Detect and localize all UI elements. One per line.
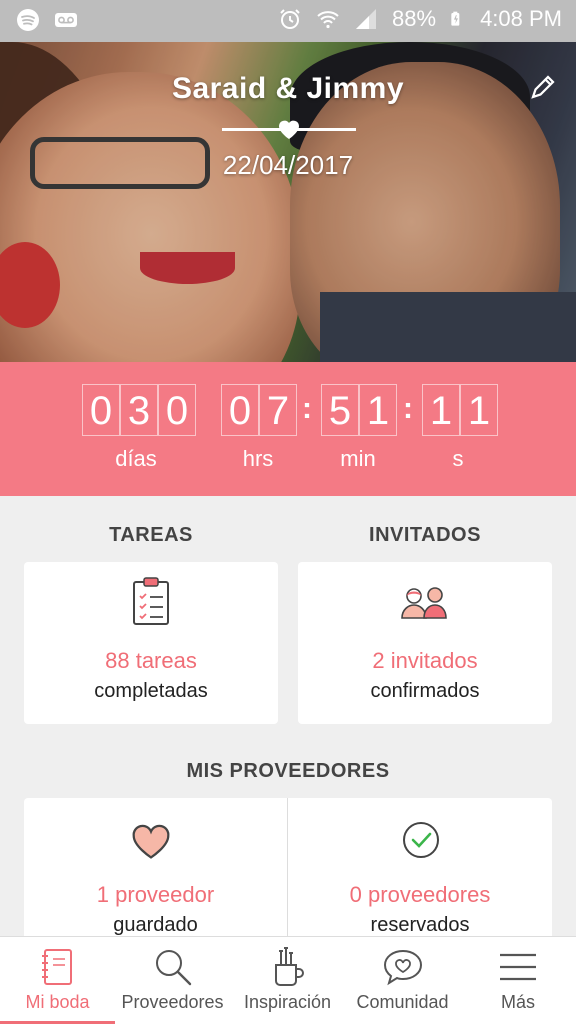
menu-icon — [500, 953, 536, 981]
proveedores-title: MIS PROVEEDORES — [186, 760, 390, 782]
days-digit: 0 — [82, 384, 120, 436]
status-bar: 88% 4:08 PM — [0, 0, 576, 42]
countdown-colon: : — [302, 392, 312, 425]
minutes-digit: 1 — [359, 384, 397, 436]
heart-divider-icon — [279, 120, 299, 139]
alarm-icon — [280, 9, 300, 29]
seconds-digit: 1 — [460, 384, 498, 436]
brushes-icon — [274, 947, 304, 986]
tareas-title: TAREAS — [109, 524, 193, 546]
spotify-icon — [17, 9, 39, 31]
guests-icon — [401, 587, 447, 619]
nav-proveedores[interactable]: Proveedores — [115, 937, 230, 1024]
signal-icon — [356, 9, 377, 29]
saved-vendors-sub: guardado — [113, 914, 198, 936]
battery-percent: 88% — [392, 6, 437, 31]
nav-label: Mi boda — [25, 992, 90, 1012]
minutes-digit: 5 — [321, 384, 359, 436]
days-digit: 0 — [158, 384, 196, 436]
hours-label: hrs — [242, 446, 274, 471]
nav-label: Más — [500, 992, 535, 1012]
nav-label: Proveedores — [121, 992, 224, 1012]
heart-icon — [132, 824, 170, 859]
divider-line-right — [296, 128, 356, 131]
seconds-label: s — [452, 446, 464, 471]
check-circle-icon — [403, 822, 439, 858]
chat-heart-icon — [383, 949, 422, 986]
clock-time: 4:08 PM — [480, 6, 562, 31]
nav-mas[interactable]: Más — [460, 937, 576, 1024]
countdown-colon: : — [403, 392, 413, 425]
saved-vendors-section[interactable]: 1 proveedor guardado — [24, 798, 287, 948]
minutes-label: min — [340, 446, 376, 471]
invitados-count: 2 invitados — [372, 648, 478, 673]
divider-line-left — [222, 128, 282, 131]
nav-mi-boda[interactable]: Mi boda — [0, 937, 115, 1024]
days-label: días — [115, 446, 157, 471]
tareas-card[interactable]: 88 tareas completadas — [24, 562, 278, 724]
nav-label: Inspiración — [243, 992, 332, 1012]
reserved-vendors-section[interactable]: 0 proveedores reservados — [288, 798, 552, 948]
notebook-icon — [41, 949, 72, 985]
couple-names: Saraid & Jimmy — [171, 72, 405, 105]
battery-charging-icon — [451, 11, 460, 26]
days-digit: 3 — [120, 384, 158, 436]
voicemail-icon — [55, 13, 77, 27]
nav-label: Comunidad — [356, 992, 449, 1012]
reserved-vendors-count: 0 proveedores — [349, 882, 491, 907]
invitados-card[interactable]: 2 invitados confirmados — [298, 562, 552, 724]
nav-inspiracion[interactable]: Inspiración — [230, 937, 345, 1024]
hours-digit: 0 — [221, 384, 259, 436]
search-icon — [155, 950, 191, 986]
clipboard-icon — [133, 577, 169, 625]
edit-photo-icon[interactable] — [528, 72, 558, 102]
invitados-title: INVITADOS — [369, 524, 481, 546]
bottom-nav: Mi boda Proveedores Inspiración Comunida… — [0, 936, 576, 1024]
nav-comunidad[interactable]: Comunidad — [345, 937, 460, 1024]
seconds-digit: 1 — [422, 384, 460, 436]
wifi-icon — [317, 11, 339, 29]
invitados-sub: confirmados — [370, 680, 480, 702]
reserved-vendors-sub: reservados — [370, 914, 470, 936]
saved-vendors-count: 1 proveedor — [96, 882, 215, 907]
proveedores-card: 1 proveedor guardado 0 proveedores reser… — [24, 798, 552, 948]
hours-digit: 7 — [259, 384, 297, 436]
tareas-sub: completadas — [94, 680, 208, 702]
wedding-date: 22/04/2017 — [222, 150, 354, 180]
tareas-count: 88 tareas — [105, 648, 197, 673]
